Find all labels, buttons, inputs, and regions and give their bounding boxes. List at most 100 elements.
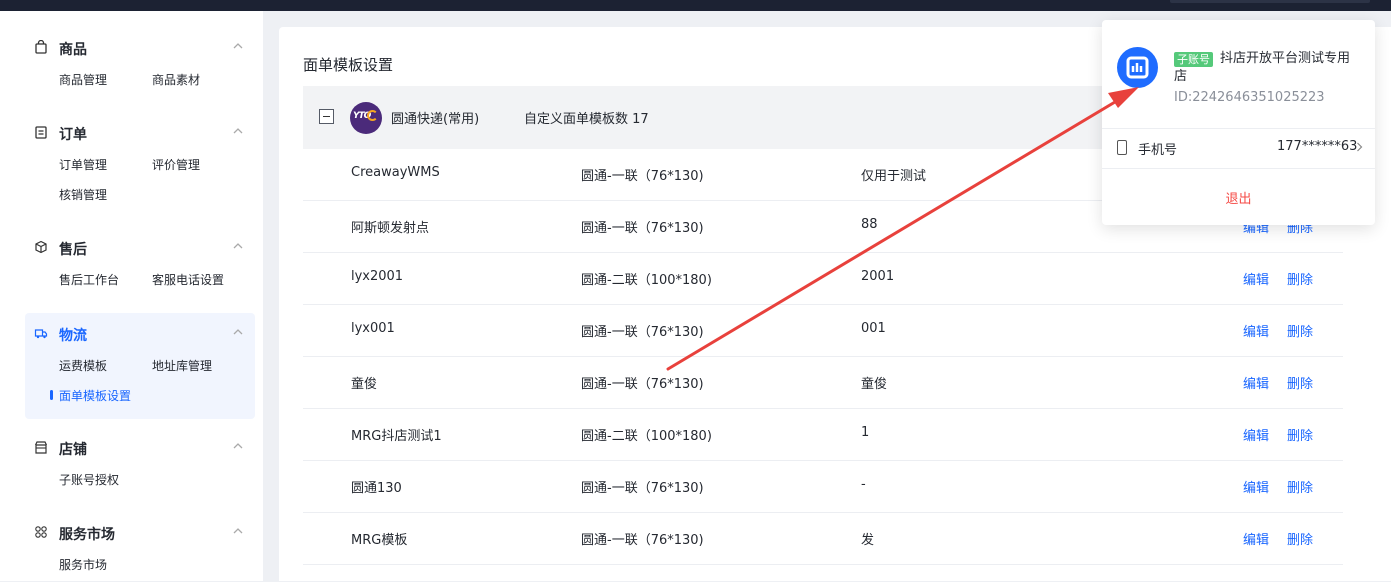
template-type: 圆通-一联（76*130): [581, 481, 704, 496]
collapse-toggle[interactable]: [319, 109, 334, 124]
sidebar-item-freight-template[interactable]: 运费模板: [59, 357, 107, 374]
grid-icon: [35, 526, 47, 538]
shop-name: 抖店开放平台测试专用店: [1174, 51, 1351, 84]
active-indicator: [50, 390, 53, 400]
edit-link[interactable]: 编辑: [1243, 373, 1269, 392]
template-note: 童俊: [861, 377, 888, 392]
chevron-up-icon[interactable]: [232, 242, 244, 250]
delete-link[interactable]: 删除: [1287, 321, 1313, 340]
sidebar-item-service-phone[interactable]: 客服电话设置: [152, 271, 224, 288]
edit-link[interactable]: 编辑: [1243, 425, 1269, 444]
chevron-up-icon[interactable]: [232, 527, 244, 535]
sidebar-item-order-manage[interactable]: 订单管理: [59, 156, 107, 173]
template-note: 001: [861, 321, 886, 336]
carrier-logo: YTO: [350, 102, 382, 134]
edit-link[interactable]: 编辑: [1243, 477, 1269, 496]
sidebar-item-aftersale-workbench[interactable]: 售后工作台: [59, 271, 119, 288]
template-note: 仅用于测试: [861, 169, 927, 184]
nav-group-title: 店铺: [59, 442, 87, 458]
template-name: 圆通130: [351, 481, 402, 496]
chevron-right-icon[interactable]: [1356, 142, 1363, 152]
sidebar-item-verify-manage[interactable]: 核销管理: [59, 186, 107, 203]
phone-icon: [1117, 140, 1127, 155]
nav-group-product: 商品 商品管理 商品素材: [25, 37, 255, 97]
template-type: 圆通-一联（76*130): [581, 377, 704, 392]
nav-group-service-market: 服务市场 服务市场: [25, 522, 255, 582]
topbar-account-area[interactable]: [1170, 0, 1370, 3]
nav-group-store: 店铺 子账号授权: [25, 437, 255, 497]
delete-link[interactable]: 删除: [1287, 425, 1313, 444]
delete-link[interactable]: 删除: [1287, 269, 1313, 288]
sidebar: 商品 商品管理 商品素材 订单 订单管理 评价管理 核销管理 售后 售后工作台 …: [0, 11, 263, 581]
sidebar-item-service-market[interactable]: 服务市场: [59, 556, 107, 573]
chevron-up-icon[interactable]: [232, 42, 244, 50]
table-row: lyx001 圆通-一联（76*130) 001 编辑 删除: [303, 305, 1343, 357]
divider: [1102, 168, 1375, 169]
table-row: MRG模板 圆通-一联（76*130) 发 编辑 删除: [303, 513, 1343, 565]
box-icon: [35, 240, 47, 254]
table-row: 圆通130 圆通-一联（76*130) - 编辑 删除: [303, 461, 1343, 513]
sidebar-item-product-manage[interactable]: 商品管理: [59, 71, 107, 88]
bag-icon: [35, 40, 47, 54]
delete-link[interactable]: 删除: [1287, 529, 1313, 548]
delete-link[interactable]: 删除: [1287, 477, 1313, 496]
sidebar-item-product-material[interactable]: 商品素材: [152, 71, 200, 88]
nav-group-header[interactable]: 商品: [25, 37, 255, 59]
nav-group-header[interactable]: 物流: [25, 323, 255, 345]
nav-group-logistics: 物流 运费模板 地址库管理 面单模板设置: [25, 313, 255, 419]
edit-link[interactable]: 编辑: [1243, 269, 1269, 288]
sidebar-item-review-manage[interactable]: 评价管理: [152, 156, 200, 173]
template-name: MRG模板: [351, 533, 408, 548]
template-type: 圆通-一联（76*130): [581, 325, 704, 340]
template-type: 圆通-一联（76*130): [581, 533, 704, 548]
template-name: 阿斯顿发射点: [351, 221, 430, 236]
top-navigation-bar: [0, 0, 1391, 11]
template-type: 圆通-二联（100*180): [581, 429, 712, 444]
shop-logo-icon: [1126, 56, 1149, 79]
nav-group-aftersale: 售后 售后工作台 客服电话设置: [25, 237, 255, 297]
carrier-name: 圆通快递(常用): [391, 112, 480, 127]
template-note: 2001: [861, 269, 895, 284]
account-id: ID:2242646351025223: [1174, 90, 1325, 105]
account-popover: 子账号 抖店开放平台测试专用店 ID:2242646351025223 手机号 …: [1102, 20, 1375, 225]
template-name: 童俊: [351, 377, 378, 392]
template-name: lyx001: [351, 321, 395, 336]
table-row: lyx2001 圆通-二联（100*180) 2001 编辑 删除: [303, 253, 1343, 305]
template-name: CreawayWMS: [351, 165, 440, 180]
chevron-up-icon[interactable]: [232, 442, 244, 450]
delete-link[interactable]: 删除: [1287, 373, 1313, 392]
nav-group-title: 订单: [59, 127, 87, 143]
table-row: 童俊 圆通-一联（76*130) 童俊 编辑 删除: [303, 357, 1343, 409]
edit-link[interactable]: 编辑: [1243, 321, 1269, 340]
page-title: 面单模板设置: [303, 56, 394, 74]
template-type: 圆通-一联（76*130): [581, 169, 704, 184]
sidebar-item-address-library[interactable]: 地址库管理: [152, 357, 212, 374]
sidebar-item-waybill-template[interactable]: 面单模板设置: [50, 387, 131, 404]
nav-group-title: 物流: [59, 328, 87, 344]
phone-label: 手机号: [1138, 143, 1178, 158]
divider: [1102, 128, 1375, 129]
nav-group-header[interactable]: 订单: [25, 122, 255, 144]
template-note: 1: [861, 425, 870, 440]
nav-group-header[interactable]: 店铺: [25, 437, 255, 459]
clipboard-icon: [35, 126, 47, 139]
sidebar-item-subaccount-auth[interactable]: 子账号授权: [59, 471, 119, 488]
template-note: 88: [861, 217, 878, 232]
template-name: lyx2001: [351, 269, 404, 284]
template-note: -: [861, 477, 866, 492]
nav-group-order: 订单 订单管理 评价管理 核销管理: [25, 122, 255, 212]
template-type: 圆通-二联（100*180): [581, 273, 712, 288]
nav-group-header[interactable]: 售后: [25, 237, 255, 259]
logout-button[interactable]: 退出: [1102, 188, 1375, 207]
template-note: 发: [861, 533, 875, 548]
nav-group-title: 商品: [59, 42, 87, 58]
phone-value[interactable]: 177******63: [1277, 139, 1357, 154]
truck-icon: [34, 329, 48, 339]
shop-avatar: [1117, 47, 1158, 88]
nav-group-title: 售后: [59, 242, 87, 258]
chevron-up-icon[interactable]: [232, 127, 244, 135]
template-count: 自定义面单模板数 17: [524, 112, 649, 127]
edit-link[interactable]: 编辑: [1243, 529, 1269, 548]
chevron-up-icon[interactable]: [232, 328, 244, 336]
nav-group-header[interactable]: 服务市场: [25, 522, 255, 544]
